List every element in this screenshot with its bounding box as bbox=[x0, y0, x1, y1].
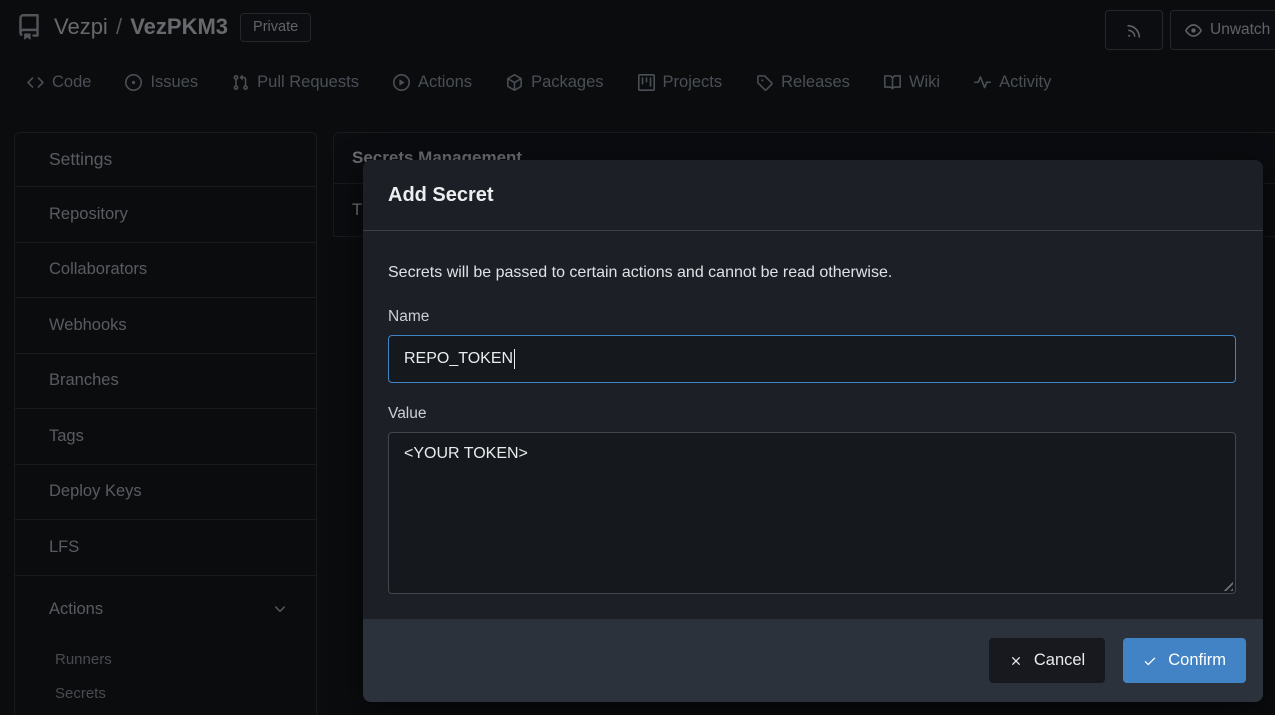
secret-name-value: REPO_TOKEN bbox=[404, 350, 513, 368]
confirm-button[interactable]: Confirm bbox=[1123, 638, 1246, 683]
secret-value-textarea[interactable]: <YOUR TOKEN> bbox=[388, 432, 1236, 594]
name-label: Name bbox=[388, 308, 1238, 326]
secret-name-input[interactable]: REPO_TOKEN bbox=[388, 335, 1236, 383]
confirm-label: Confirm bbox=[1168, 651, 1226, 670]
name-field: Name REPO_TOKEN bbox=[388, 308, 1238, 383]
modal-footer: Cancel Confirm bbox=[363, 619, 1263, 702]
modal-header: Add Secret bbox=[363, 160, 1263, 231]
cancel-label: Cancel bbox=[1034, 651, 1085, 670]
add-secret-modal: Add Secret Secrets will be passed to cer… bbox=[363, 160, 1263, 702]
app-window: Vezpi / VezPKM3 Private Unwatch Code Iss… bbox=[0, 0, 1275, 715]
value-label: Value bbox=[388, 405, 1238, 423]
x-icon bbox=[1009, 654, 1023, 668]
modal-description: Secrets will be passed to certain action… bbox=[388, 264, 1238, 282]
check-icon bbox=[1143, 654, 1157, 668]
modal-body: Secrets will be passed to certain action… bbox=[363, 231, 1263, 594]
cancel-button[interactable]: Cancel bbox=[989, 638, 1105, 683]
value-field: Value <YOUR TOKEN> bbox=[388, 405, 1238, 594]
modal-title: Add Secret bbox=[388, 184, 494, 207]
text-caret bbox=[514, 349, 515, 369]
